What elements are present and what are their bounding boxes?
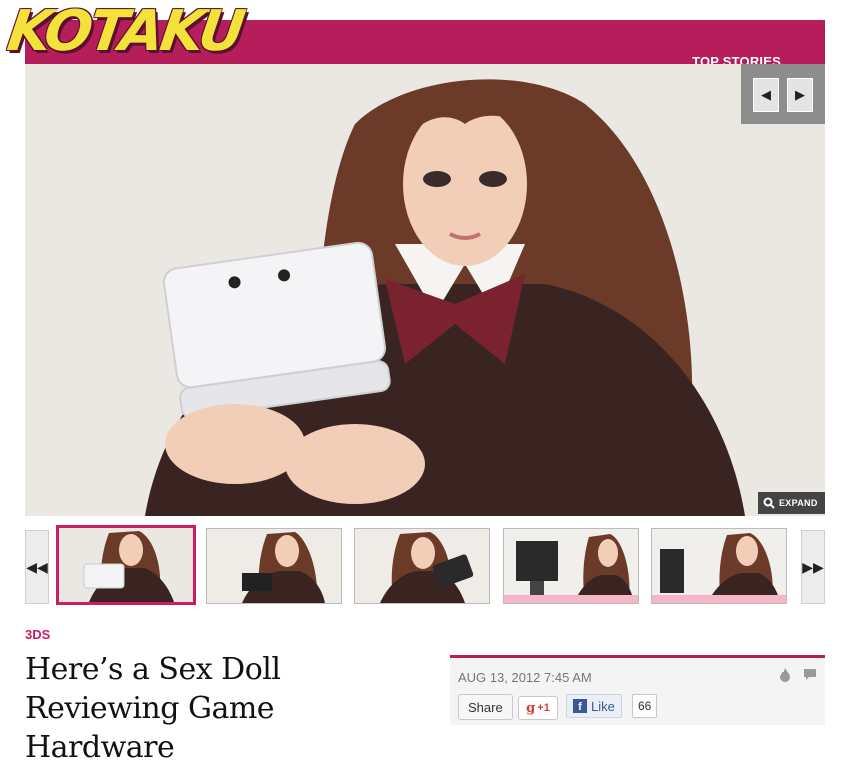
hero-nav: ◀ ▶ [741, 64, 825, 124]
magnifier-icon [763, 497, 775, 509]
thumbnail-2[interactable] [206, 528, 342, 604]
article-headline: Here’s a Sex Doll Reviewing Game Hardwar… [25, 652, 281, 765]
article-date: AUG 13, 2012 7:45 AM [458, 670, 592, 685]
triangle-right-icon: ▶ [795, 87, 805, 102]
triangle-left-icon: ◀ [761, 87, 771, 102]
like-count: 66 [632, 694, 658, 718]
thumbnail-5[interactable] [651, 528, 787, 604]
hero-prev-button[interactable]: ◀ [753, 78, 779, 112]
thumbnail-3[interactable] [354, 528, 490, 604]
facebook-icon: f [573, 699, 587, 713]
expand-label: EXPAND [779, 498, 818, 508]
gplus-label: +1 [537, 702, 550, 714]
article-meta: AUG 13, 2012 7:45 AM Share g +1 f Like 6… [450, 655, 825, 725]
double-right-icon: ▶▶ [802, 558, 824, 575]
thumbs-prev-button[interactable]: ◀◀ [25, 530, 49, 604]
hero-image[interactable] [25, 64, 825, 516]
article-category[interactable]: 3DS [25, 627, 50, 642]
google-plus-button[interactable]: g +1 [518, 696, 558, 720]
thumbnail-1[interactable] [56, 525, 196, 605]
thumbs-next-button[interactable]: ▶▶ [801, 530, 825, 604]
share-button[interactable]: Share [458, 694, 513, 720]
flame-icon[interactable] [779, 668, 791, 682]
comment-icon[interactable] [803, 668, 817, 681]
kotaku-logo[interactable]: KOTAKU [4, 0, 247, 64]
facebook-like-button[interactable]: f Like [566, 694, 622, 718]
meta-icons [779, 668, 817, 682]
double-left-icon: ◀◀ [26, 558, 48, 575]
expand-button[interactable]: EXPAND [758, 492, 825, 514]
google-g-icon: g [526, 700, 536, 716]
like-label: Like [591, 698, 615, 714]
hero-next-button[interactable]: ▶ [787, 78, 813, 112]
thumbnail-4[interactable] [503, 528, 639, 604]
